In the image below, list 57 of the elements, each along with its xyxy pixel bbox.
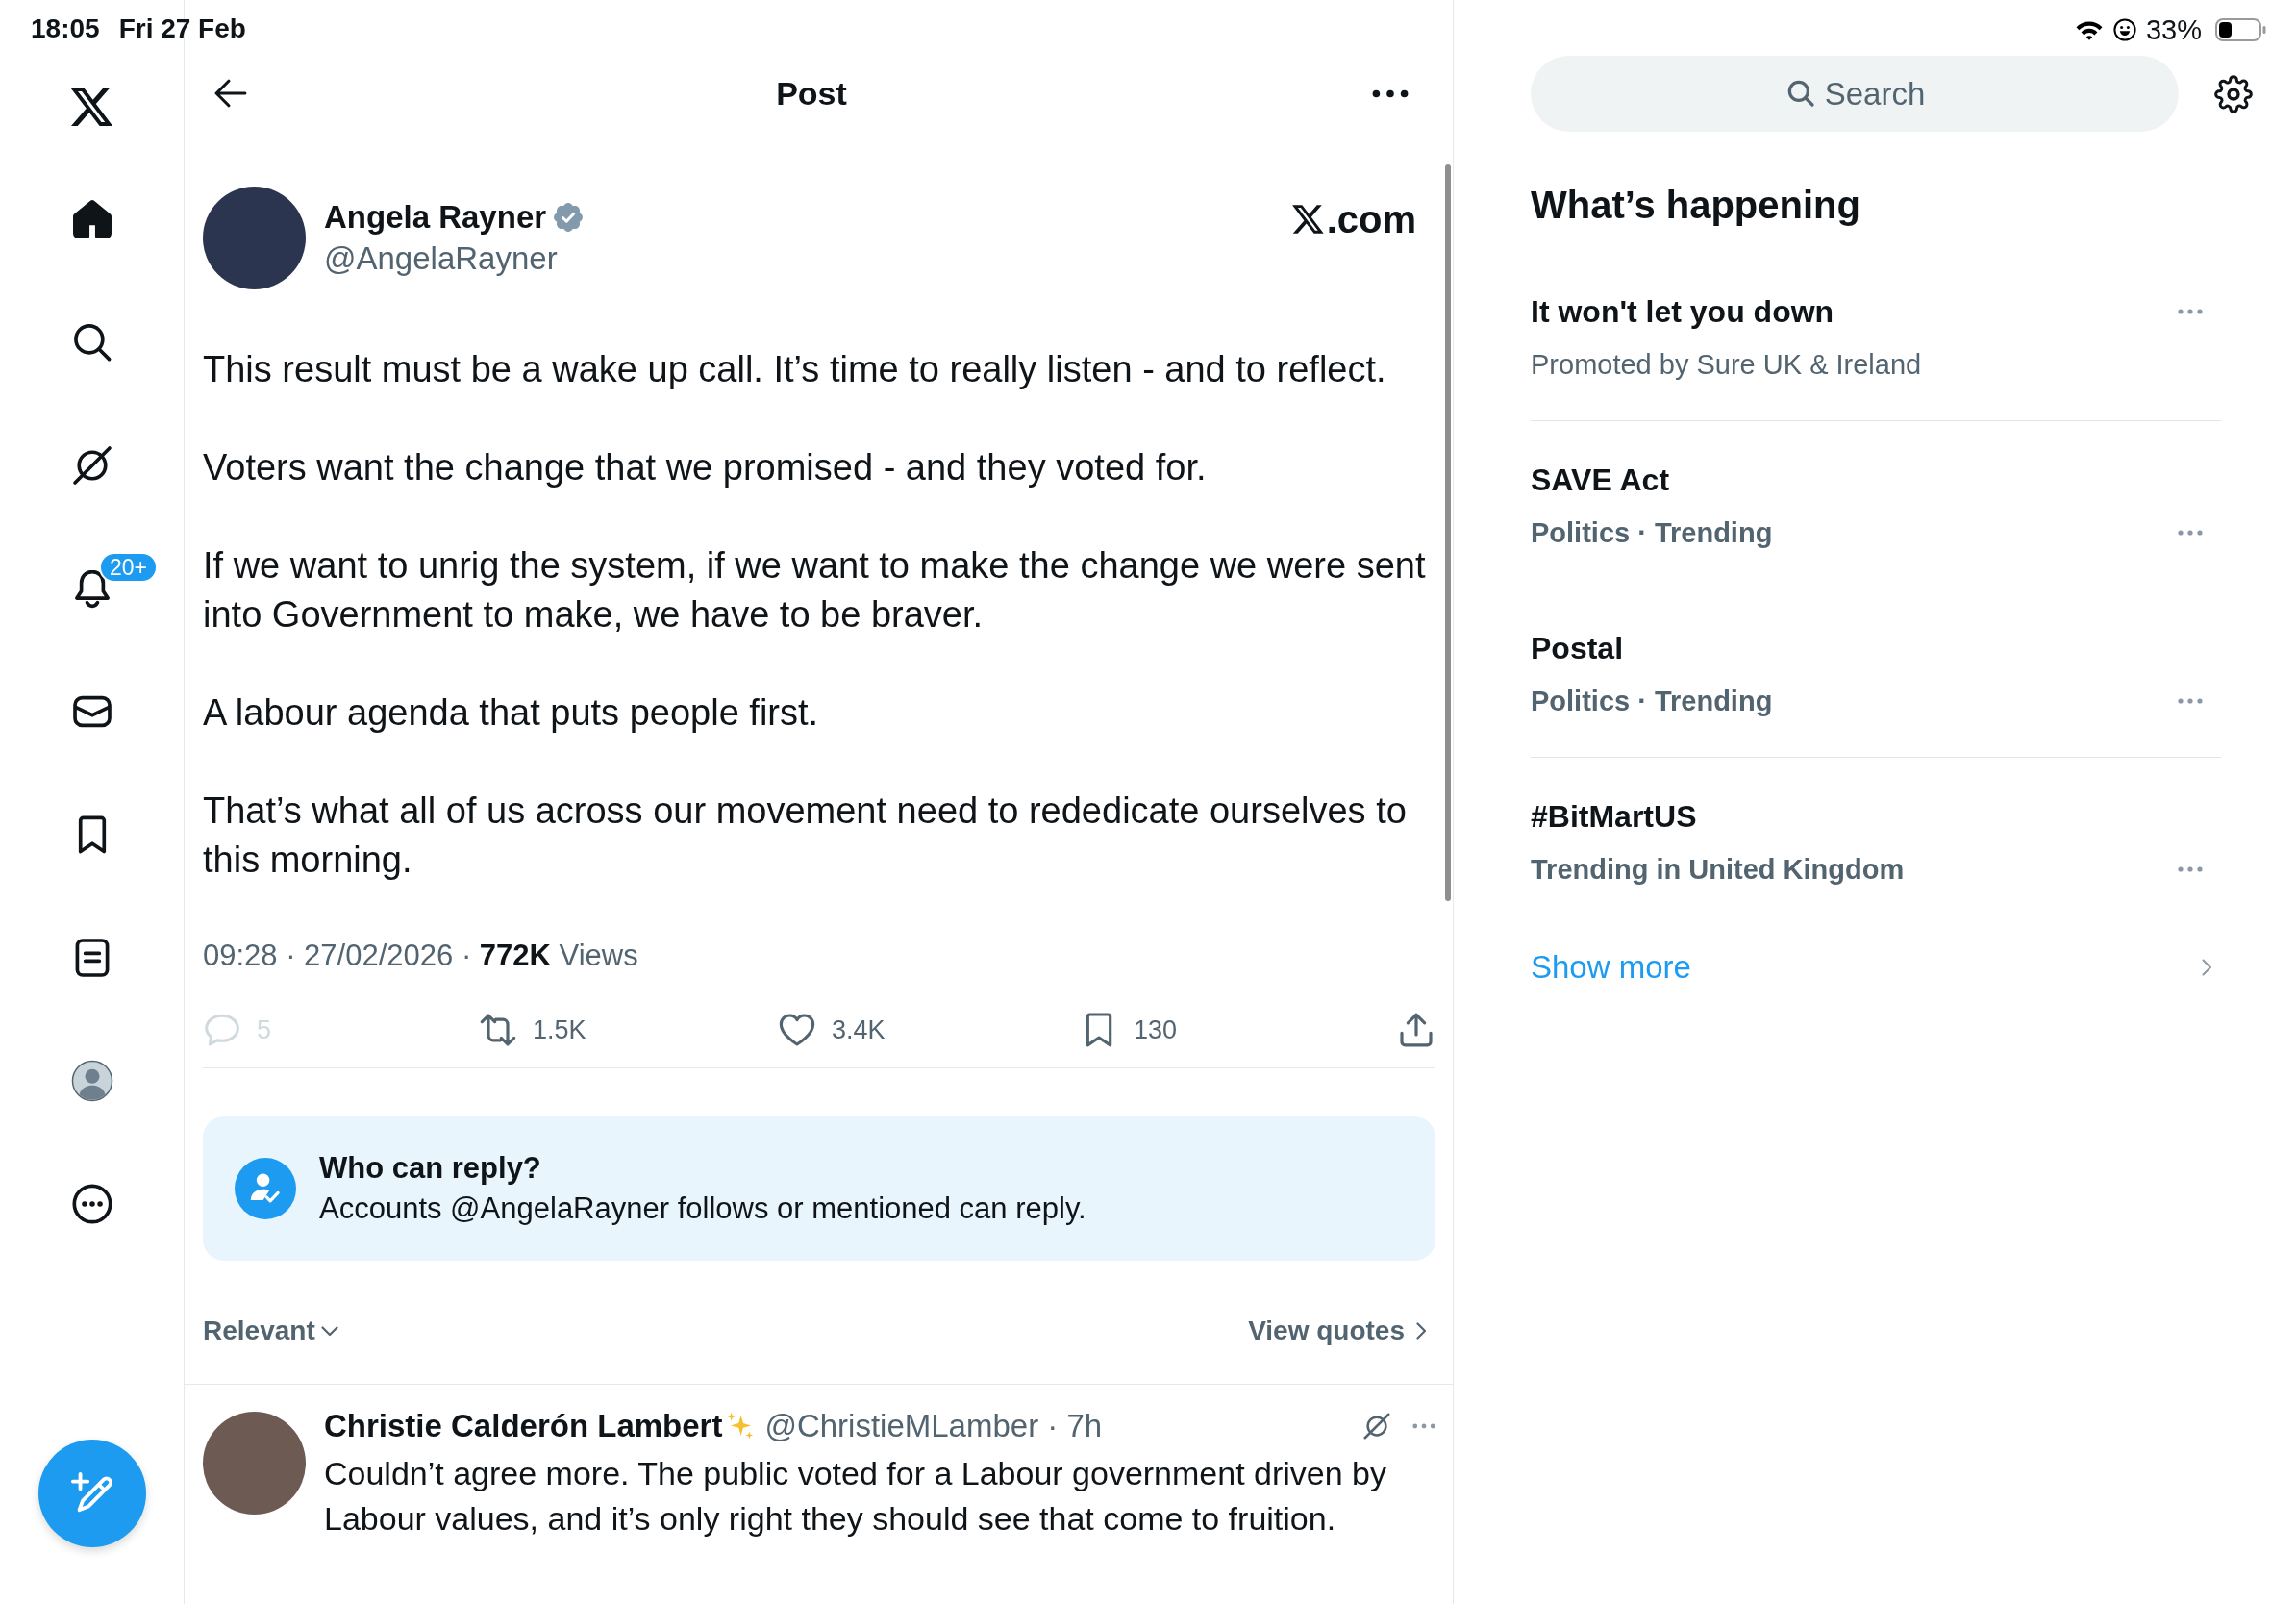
reply-text: Couldn’t agree more. The public voted for a Labour government driven by Labour values, and it’s only right they should see that come to fruition. — [324, 1454, 1388, 1539]
post-text: This result must be a wake up call. It’s time to really listen - and to reflect. — [203, 348, 1387, 391]
trend-subtitle: Trending in United Kingdom — [1531, 853, 1906, 887]
search-icon — [1786, 79, 1815, 108]
battery-icon — [2215, 18, 2266, 41]
author-name[interactable]: Angela Rayner — [324, 198, 547, 237]
trend-title[interactable]: SAVE Act — [1531, 461, 2178, 499]
like-button[interactable]: 3.4K — [778, 1011, 886, 1049]
trend-subtitle: Promoted by Sure UK & Ireland — [1531, 348, 1923, 382]
more-icon[interactable] — [70, 1183, 113, 1225]
smiley-icon — [2112, 18, 2136, 41]
avatar-icon[interactable] — [70, 1060, 113, 1102]
post-text: Voters want the change that we promised - and they voted for. — [203, 446, 1208, 489]
section-heading: What’s happening — [1531, 183, 1861, 228]
home-icon[interactable] — [70, 198, 113, 240]
trend-subtitle: Politics · Trending — [1531, 516, 1774, 550]
chevron-right-icon[interactable] — [1416, 1322, 1427, 1340]
post-meta: 09:28 · 27/02/2026 · 772K Views — [203, 938, 639, 974]
share-button[interactable] — [1397, 1011, 1435, 1049]
bookmark-button[interactable]: 130 — [1080, 1011, 1178, 1049]
chevron-down-icon[interactable] — [320, 1325, 338, 1337]
repost-icon — [479, 1011, 517, 1049]
trend-title[interactable]: It won't let you down — [1531, 292, 2178, 331]
page-title: Post — [776, 74, 847, 113]
trend-subtitle: Politics · Trending — [1531, 685, 1774, 718]
restriction-text: Accounts @AngelaRayner follows or mentioned can reply. — [319, 1190, 1086, 1227]
repost-button[interactable]: 1.5K — [479, 1011, 586, 1049]
notification-badge: 20+ — [99, 552, 158, 583]
trend-title[interactable]: #BitMartUS — [1531, 797, 2178, 836]
x-logo-icon[interactable] — [69, 87, 114, 127]
more-icon[interactable] — [1372, 88, 1409, 98]
person-check-icon — [235, 1158, 296, 1219]
view-quotes-link[interactable]: View quotes — [1248, 1314, 1405, 1348]
chevron-right-icon[interactable] — [2202, 959, 2212, 976]
status-time: 18:05 — [31, 13, 100, 45]
status-date: Fri 27 Feb — [118, 13, 246, 45]
reply-author-name[interactable]: Christie Calderón Lambert — [324, 1407, 723, 1445]
author-handle[interactable]: @AngelaRayner — [324, 239, 584, 278]
site-label: .com — [1326, 199, 1416, 239]
trend-title[interactable]: Postal — [1531, 629, 2178, 667]
wifi-icon — [2074, 19, 2104, 40]
scrollbar-thumb[interactable] — [1445, 164, 1451, 901]
restriction-title: Who can reply? — [319, 1150, 542, 1187]
slashed-circle-icon[interactable] — [1362, 1412, 1391, 1441]
settings-icon[interactable] — [2214, 74, 2253, 113]
post-text: That’s what all of us across our movement need to rededicate ourselves to this morning. — [203, 789, 1408, 882]
post-text: If we want to unrig the system, if we want to make the change we were sent into Government to make, we have to be braver. — [203, 544, 1427, 637]
search-field[interactable]: Search — [1531, 56, 2179, 132]
share-icon — [1397, 1011, 1435, 1049]
battery-percent: 33% — [2145, 13, 2202, 46]
slashed-circle-icon[interactable] — [70, 444, 113, 487]
sort-dropdown[interactable]: Relevant — [203, 1314, 315, 1348]
x-logo-icon — [1291, 204, 1325, 235]
post-text: A labour agenda that puts people first. — [203, 691, 820, 735]
reply-handle-time[interactable]: @ChristieMLamber · 7h — [764, 1407, 1103, 1445]
sparkles-icon — [726, 1412, 756, 1441]
back-arrow-icon[interactable] — [214, 79, 247, 108]
